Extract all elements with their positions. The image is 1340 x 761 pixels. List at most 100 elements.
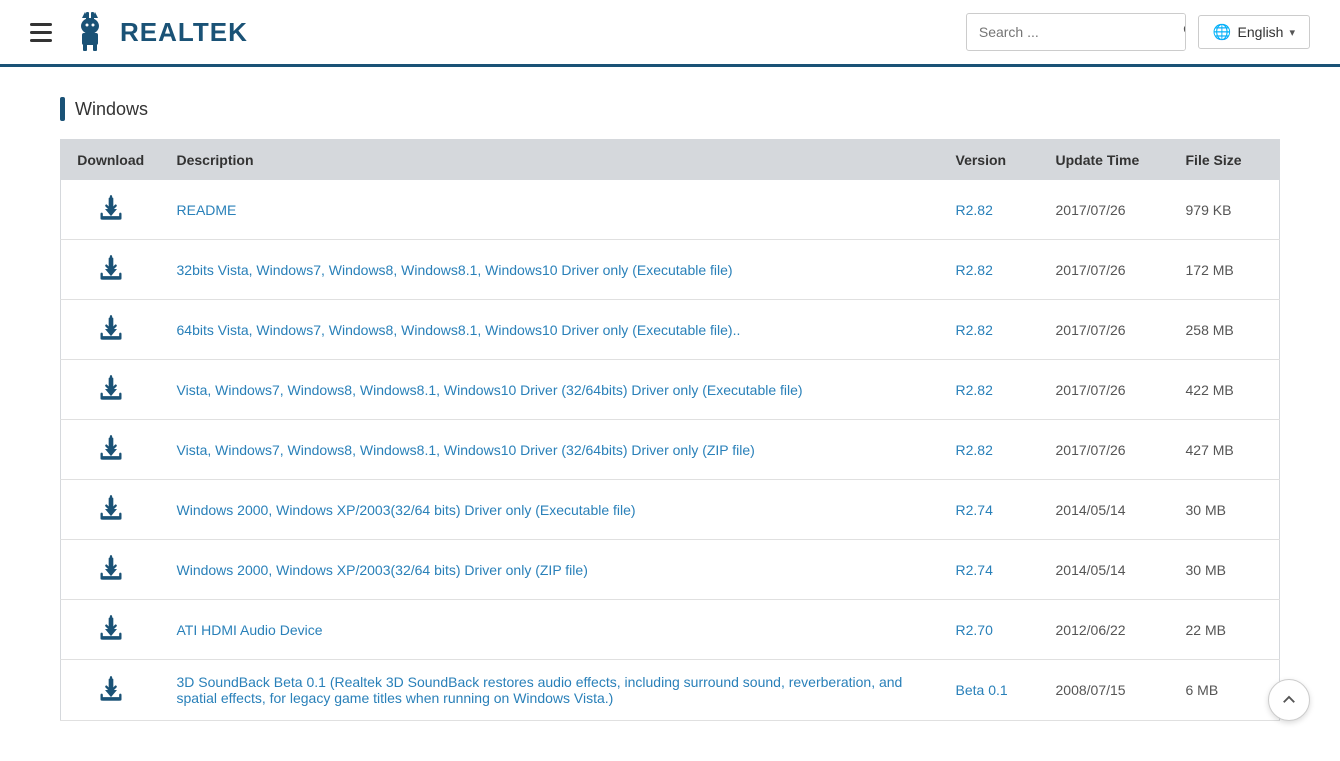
language-label: English: [1238, 24, 1284, 40]
description-cell: 64bits Vista, Windows7, Windows8, Window…: [161, 300, 940, 360]
col-header-download: Download: [61, 140, 161, 181]
download-icon: [97, 254, 125, 282]
globe-icon: 🌐: [1213, 23, 1232, 41]
description-cell: 3D SoundBack Beta 0.1 (Realtek 3D SoundB…: [161, 660, 940, 721]
language-selector[interactable]: 🌐 English ▾: [1198, 15, 1310, 49]
section-title-area: Windows: [60, 97, 1280, 121]
table-row: 64bits Vista, Windows7, Windows8, Window…: [61, 300, 1280, 360]
table-row: Windows 2000, Windows XP/2003(32/64 bits…: [61, 480, 1280, 540]
update-time-cell: 2008/07/15: [1040, 660, 1170, 721]
update-time-cell: 2017/07/26: [1040, 420, 1170, 480]
description-cell: README: [161, 180, 940, 240]
search-box: [966, 13, 1186, 51]
download-button[interactable]: [97, 554, 125, 582]
download-cell: [61, 180, 161, 240]
download-cell: [61, 660, 161, 721]
update-time-cell: 2017/07/26: [1040, 180, 1170, 240]
update-time-cell: 2014/05/14: [1040, 540, 1170, 600]
file-size-cell: 30 MB: [1170, 540, 1280, 600]
download-button[interactable]: [97, 254, 125, 282]
description-cell: 32bits Vista, Windows7, Windows8, Window…: [161, 240, 940, 300]
download-icon: [97, 434, 125, 462]
download-button[interactable]: [97, 675, 125, 703]
realtek-logo-icon: [68, 10, 112, 54]
chevron-down-icon: ▾: [1289, 26, 1295, 39]
file-size-cell: 979 KB: [1170, 180, 1280, 240]
download-button[interactable]: [97, 494, 125, 522]
site-header: REALTEK 🌐 English ▾: [0, 0, 1340, 67]
file-size-cell: 172 MB: [1170, 240, 1280, 300]
file-size-cell: 22 MB: [1170, 600, 1280, 660]
download-icon: [97, 675, 125, 703]
col-header-description: Description: [161, 140, 940, 181]
download-button[interactable]: [97, 374, 125, 402]
download-icon: [97, 554, 125, 582]
file-size-cell: 422 MB: [1170, 360, 1280, 420]
description-cell: Windows 2000, Windows XP/2003(32/64 bits…: [161, 540, 940, 600]
col-header-update: Update Time: [1040, 140, 1170, 181]
download-icon: [97, 374, 125, 402]
logo-text: REALTEK: [120, 17, 248, 48]
table-header: Download Description Version Update Time…: [61, 140, 1280, 181]
version-cell: Beta 0.1: [940, 660, 1040, 721]
col-header-version: Version: [940, 140, 1040, 181]
download-icon: [97, 494, 125, 522]
version-cell: R2.82: [940, 180, 1040, 240]
version-cell: R2.82: [940, 360, 1040, 420]
table-row: Vista, Windows7, Windows8, Windows8.1, W…: [61, 360, 1280, 420]
version-cell: R2.70: [940, 600, 1040, 660]
table-row: Vista, Windows7, Windows8, Windows8.1, W…: [61, 420, 1280, 480]
download-cell: [61, 480, 161, 540]
version-cell: R2.82: [940, 420, 1040, 480]
version-cell: R2.82: [940, 300, 1040, 360]
header-right: 🌐 English ▾: [966, 13, 1310, 51]
search-icon: [1182, 22, 1186, 38]
chevron-up-icon: [1280, 691, 1298, 709]
download-button[interactable]: [97, 434, 125, 462]
download-button[interactable]: [97, 314, 125, 342]
file-size-cell: 6 MB: [1170, 660, 1280, 721]
table-row: 3D SoundBack Beta 0.1 (Realtek 3D SoundB…: [61, 660, 1280, 721]
main-content: Windows Download Description Version Upd…: [0, 67, 1340, 751]
search-button[interactable]: [1172, 14, 1186, 50]
table-row: Windows 2000, Windows XP/2003(32/64 bits…: [61, 540, 1280, 600]
file-size-cell: 30 MB: [1170, 480, 1280, 540]
download-button[interactable]: [97, 614, 125, 642]
download-cell: [61, 240, 161, 300]
description-cell: ATI HDMI Audio Device: [161, 600, 940, 660]
download-icon: [97, 614, 125, 642]
table-row: READMER2.822017/07/26979 KB: [61, 180, 1280, 240]
download-cell: [61, 600, 161, 660]
header-left: REALTEK: [30, 10, 248, 54]
version-cell: R2.82: [940, 240, 1040, 300]
description-cell: Vista, Windows7, Windows8, Windows8.1, W…: [161, 360, 940, 420]
col-header-size: File Size: [1170, 140, 1280, 181]
download-cell: [61, 420, 161, 480]
section-title: Windows: [75, 99, 148, 120]
version-cell: R2.74: [940, 480, 1040, 540]
download-icon: [97, 194, 125, 222]
download-cell: [61, 540, 161, 600]
update-time-cell: 2012/06/22: [1040, 600, 1170, 660]
table-row: ATI HDMI Audio DeviceR2.702012/06/2222 M…: [61, 600, 1280, 660]
search-input[interactable]: [967, 16, 1172, 48]
download-table: Download Description Version Update Time…: [60, 139, 1280, 721]
download-button[interactable]: [97, 194, 125, 222]
update-time-cell: 2017/07/26: [1040, 360, 1170, 420]
table-row: 32bits Vista, Windows7, Windows8, Window…: [61, 240, 1280, 300]
logo-area: REALTEK: [68, 10, 248, 54]
file-size-cell: 427 MB: [1170, 420, 1280, 480]
description-cell: Windows 2000, Windows XP/2003(32/64 bits…: [161, 480, 940, 540]
download-icon: [97, 314, 125, 342]
version-cell: R2.74: [940, 540, 1040, 600]
description-cell: Vista, Windows7, Windows8, Windows8.1, W…: [161, 420, 940, 480]
download-cell: [61, 360, 161, 420]
file-size-cell: 258 MB: [1170, 300, 1280, 360]
download-cell: [61, 300, 161, 360]
update-time-cell: 2017/07/26: [1040, 240, 1170, 300]
table-body: READMER2.822017/07/26979 KB 32bits Vista…: [61, 180, 1280, 721]
title-accent-bar: [60, 97, 65, 121]
update-time-cell: 2014/05/14: [1040, 480, 1170, 540]
hamburger-menu[interactable]: [30, 23, 52, 42]
scroll-to-top-button[interactable]: [1268, 679, 1310, 721]
